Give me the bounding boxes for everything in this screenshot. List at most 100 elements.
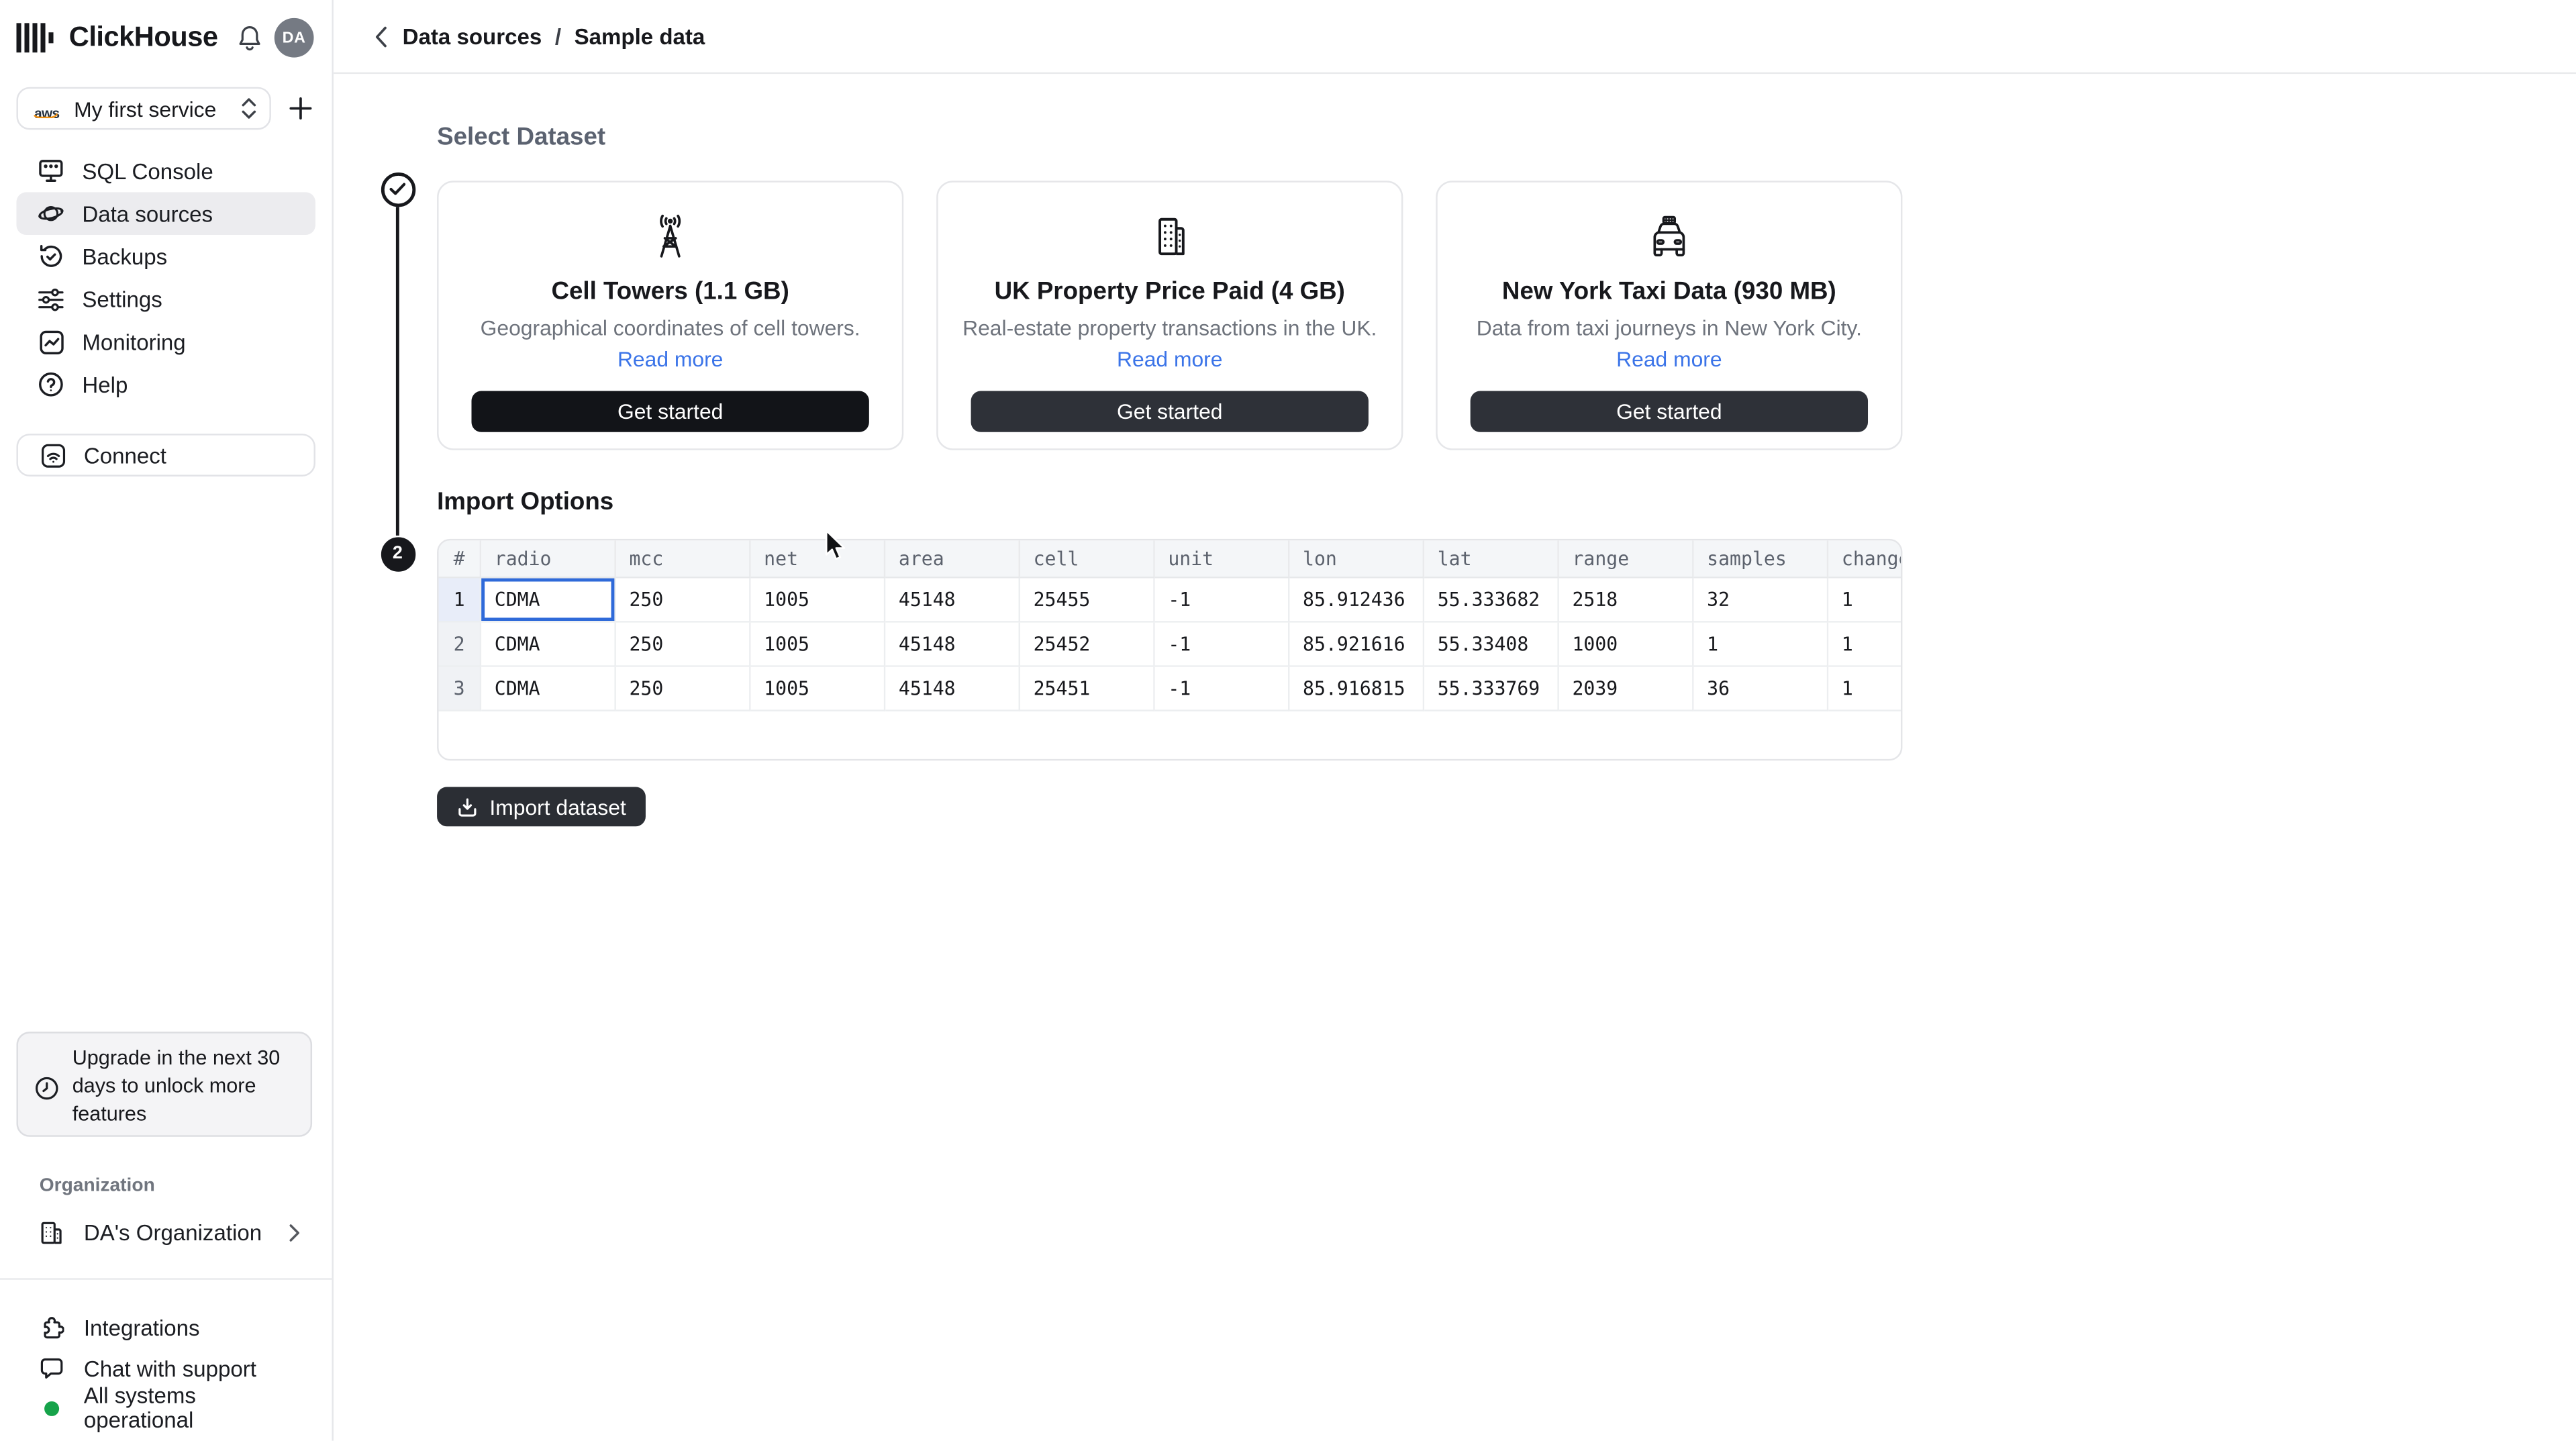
notifications-button[interactable] [236, 23, 262, 52]
table-cell-lat[interactable]: 55.333769 [1424, 666, 1559, 711]
dataset-description: Real-estate property transactions in the… [962, 315, 1377, 340]
preview-grid: # radio mcc net area cell unit lon lat range sampl… [438, 540, 1901, 711]
column-header-unit[interactable]: unit [1154, 540, 1290, 579]
sidebar-item-sql-console[interactable]: SQL Console [16, 150, 315, 193]
sidebar-item-help[interactable]: Help [16, 363, 315, 406]
add-service-button[interactable] [289, 97, 312, 120]
connect-label: Connect [83, 442, 166, 468]
table-cell-mcc[interactable]: 250 [615, 578, 751, 623]
table-cell-area[interactable]: 45148 [885, 578, 1021, 623]
sidebar-nav: SQL Console Data sources Backups Setting… [0, 150, 332, 406]
import-download-icon [458, 797, 477, 816]
table-cell-area[interactable]: 45148 [885, 622, 1021, 667]
table-cell-range[interactable]: 1000 [1558, 622, 1694, 667]
service-selector[interactable]: aws My first service [16, 87, 271, 130]
organization-switcher[interactable]: DA's Organization [16, 1212, 315, 1252]
table-cell-radio[interactable]: CDMA [481, 666, 616, 711]
main-area: Data sources / Sample data 2 Select Data… [333, 0, 2576, 1441]
brand-name: ClickHouse [68, 21, 218, 53]
select-dataset-title: Select Dataset [437, 123, 606, 152]
sidebar: ClickHouse DA aws My first service SQL C… [0, 0, 334, 1441]
breadcrumb-data-sources[interactable]: Data sources [403, 23, 542, 48]
sidebar-item-label: Help [82, 372, 128, 397]
get-started-cell-towers-button[interactable]: Get started [471, 391, 869, 432]
read-more-link[interactable]: Read more [1616, 346, 1722, 371]
dataset-title: Cell Towers (1.1 GB) [551, 277, 789, 306]
dataset-description: Geographical coordinates of cell towers. [480, 315, 860, 340]
read-more-link[interactable]: Read more [617, 346, 723, 371]
content: 2 Select Dataset Cell Towers (1.1 GB) Ge… [334, 123, 2576, 827]
column-header-lat[interactable]: lat [1424, 540, 1559, 579]
sidebar-item-integrations[interactable]: Integrations [16, 1307, 315, 1347]
table-cell-unit[interactable]: -1 [1154, 578, 1290, 623]
table-cell-samples[interactable]: 36 [1693, 666, 1829, 711]
sidebar-item-label: Backups [82, 244, 168, 269]
service-name: My first service [74, 96, 217, 121]
table-cell-area[interactable]: 45148 [885, 666, 1021, 711]
sidebar-item-data-sources[interactable]: Data sources [16, 192, 315, 236]
table-cell-mcc[interactable]: 250 [615, 666, 751, 711]
sidebar-item-backups[interactable]: Backups [16, 235, 315, 278]
breadcrumb: Data sources / Sample data [403, 23, 705, 48]
column-header-cell[interactable]: cell [1020, 540, 1155, 579]
table-cell-range[interactable]: 2039 [1558, 666, 1694, 711]
column-header-lon[interactable]: lon [1289, 540, 1425, 579]
read-more-link[interactable]: Read more [1117, 346, 1222, 371]
sql-console-icon [38, 158, 64, 184]
sidebar-item-monitoring[interactable]: Monitoring [16, 320, 315, 363]
column-header-changeable[interactable]: changeable [1828, 540, 1901, 579]
table-cell-cell[interactable]: 25452 [1020, 622, 1155, 667]
backup-history-icon [38, 243, 64, 269]
aws-logo-icon: aws [31, 98, 63, 121]
table-cell-cell[interactable]: 25455 [1020, 578, 1155, 623]
column-header-range[interactable]: range [1558, 540, 1694, 579]
table-cell-samples[interactable]: 32 [1693, 578, 1829, 623]
sidebar-item-settings[interactable]: Settings [16, 278, 315, 321]
table-cell-net[interactable]: 1005 [750, 622, 886, 667]
preview-table: # radio mcc net area cell unit lon lat range sampl… [437, 538, 1903, 761]
column-header-area[interactable]: area [885, 540, 1021, 579]
step-2-indicator: 2 [380, 536, 415, 571]
get-started-uk-property-button[interactable]: Get started [971, 391, 1369, 432]
column-header-net[interactable]: net [750, 540, 886, 579]
table-cell-lat[interactable]: 55.333682 [1424, 578, 1559, 623]
back-button[interactable] [375, 26, 388, 47]
sidebar-divider [0, 1278, 334, 1280]
user-avatar[interactable]: DA [274, 17, 314, 58]
table-cell-samples[interactable]: 1 [1693, 622, 1829, 667]
import-dataset-button[interactable]: Import dataset [437, 787, 646, 827]
system-status[interactable]: All systems operational [16, 1383, 315, 1432]
get-started-ny-taxi-button[interactable]: Get started [1470, 391, 1869, 432]
table-cell-unit[interactable]: -1 [1154, 666, 1290, 711]
table-cell-mcc[interactable]: 250 [615, 622, 751, 667]
table-cell-changeable[interactable]: 1 [1828, 622, 1901, 667]
column-header-radio[interactable]: radio [481, 540, 616, 579]
table-cell-radio[interactable]: CDMA [481, 622, 616, 667]
column-header-row-number[interactable]: # [438, 540, 482, 579]
column-header-samples[interactable]: samples [1693, 540, 1829, 579]
table-cell-lon[interactable]: 85.916815 [1289, 666, 1425, 711]
table-cell-unit[interactable]: -1 [1154, 622, 1290, 667]
sidebar-item-label: Settings [82, 287, 162, 311]
connect-button[interactable]: Connect [16, 434, 315, 477]
table-cell-radio[interactable]: CDMA [481, 578, 616, 623]
table-cell-cell[interactable]: 25451 [1020, 666, 1155, 711]
sidebar-item-label: Data sources [82, 201, 213, 226]
table-cell-net[interactable]: 1005 [750, 666, 886, 711]
sidebar-item-chat-support[interactable]: Chat with support [16, 1349, 315, 1389]
table-cell-net[interactable]: 1005 [750, 578, 886, 623]
table-row: 2 CDMA 250 1005 45148 25452 -1 85.921616 55.3340… [438, 622, 1901, 667]
table-cell-changeable[interactable]: 1 [1828, 578, 1901, 623]
import-options-title: Import Options [437, 487, 614, 516]
breadcrumb-separator: / [554, 23, 562, 49]
clickhouse-logo[interactable]: ClickHouse [16, 21, 218, 54]
table-cell-changeable[interactable]: 1 [1828, 666, 1901, 711]
data-sources-icon [38, 201, 64, 227]
table-cell-lat[interactable]: 55.33408 [1424, 622, 1559, 667]
table-cell-range[interactable]: 2518 [1558, 578, 1694, 623]
table-cell-lon[interactable]: 85.912436 [1289, 578, 1425, 623]
column-header-mcc[interactable]: mcc [615, 540, 751, 579]
breadcrumb-sample-data[interactable]: Sample data [575, 23, 705, 48]
upgrade-notice[interactable]: Upgrade in the next 30 days to unlock mo… [16, 1032, 313, 1137]
table-cell-lon[interactable]: 85.921616 [1289, 622, 1425, 667]
